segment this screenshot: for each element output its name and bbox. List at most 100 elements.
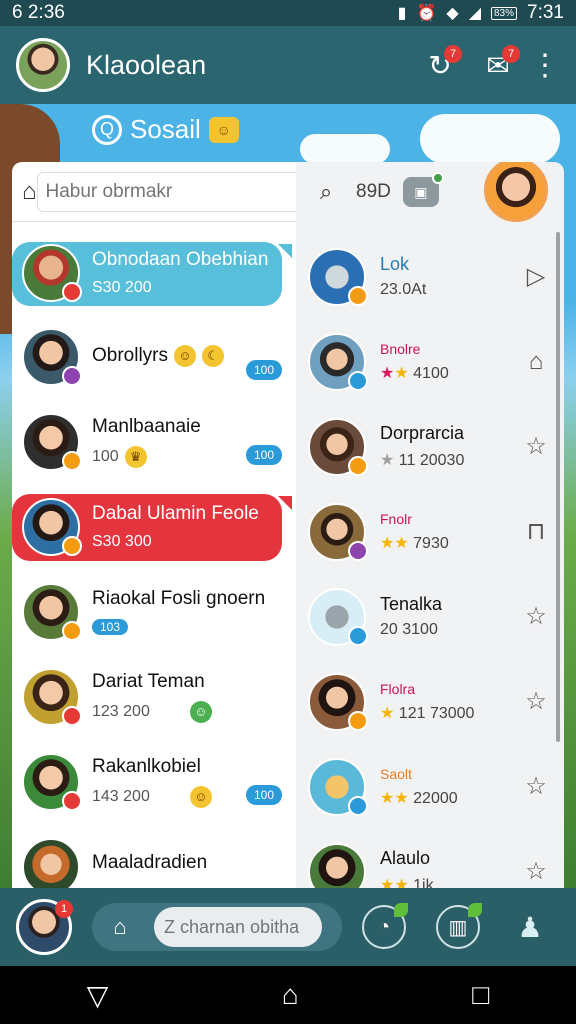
- share-icon[interactable]: ▷: [520, 261, 552, 293]
- stats-icon: ▥: [448, 916, 468, 939]
- compose-input[interactable]: [154, 907, 322, 947]
- contact-meta: ★★ 4100: [380, 364, 449, 382]
- wifi-icon: ◆: [446, 5, 459, 22]
- list-item[interactable]: Dorprarcia ★ 11 20030 ☆: [296, 404, 564, 489]
- home-outline-icon[interactable]: ⌂: [520, 346, 552, 378]
- list-item[interactable]: Saolt ★★ 22000 ☆: [296, 744, 564, 829]
- status-time-right: 7:31: [527, 2, 564, 23]
- avatar: [308, 502, 368, 561]
- moon-emoji-icon: ☾: [202, 345, 225, 368]
- contact-name: Fnolr: [380, 510, 412, 527]
- chat-name: Maaladradien: [92, 851, 208, 873]
- contact-meta: ★★ 1ik: [380, 875, 520, 888]
- contact-meta: ★ 11 20030: [380, 452, 465, 469]
- star-icon: ★: [380, 704, 395, 722]
- contact-name: Tenalka: [380, 594, 443, 614]
- refresh-button[interactable]: ↻ 7: [418, 43, 462, 87]
- list-item[interactable]: Dariat Teman 123 200 ☺: [12, 654, 296, 739]
- avatar: [22, 752, 82, 811]
- profile-avatar[interactable]: [16, 38, 70, 92]
- star-outline-icon[interactable]: ☆: [520, 771, 552, 803]
- list-item[interactable]: Dabal Ulamin Feole S30 300: [12, 484, 296, 569]
- gallery-button[interactable]: ▣: [402, 172, 444, 207]
- list-item[interactable]: Tenalka 20 3100 ☆: [296, 574, 564, 659]
- list-item[interactable]: Bnolre ★★ 4100 ⌂: [296, 319, 564, 404]
- cart-icon[interactable]: ⌂: [102, 912, 138, 942]
- search-icon[interactable]: ⌕: [306, 172, 346, 212]
- list-item[interactable]: Manlbaanaie 100 ♛ 100: [12, 399, 296, 484]
- bag-icon[interactable]: ⊓: [520, 516, 552, 548]
- chat-name: Rakanlkobiel: [92, 755, 201, 777]
- contact-name: Lok: [380, 254, 410, 274]
- home-nav-icon[interactable]: ⌂: [282, 979, 299, 1011]
- avatar: [22, 582, 82, 641]
- app-bar: Klaoolean ↻ 7 ✉ 7 ⋮: [0, 26, 576, 104]
- chat-preview: 103: [92, 618, 286, 636]
- avatar: [308, 417, 368, 476]
- list-item[interactable]: Rakanlkobiel 143 200 ☺ 100: [12, 739, 296, 824]
- unread-badge: 100: [246, 360, 282, 380]
- cloud-decoration: [300, 134, 390, 164]
- list-item[interactable]: Lok 23.0At ▷: [296, 234, 564, 319]
- star-outline-icon[interactable]: ☆: [520, 431, 552, 463]
- contacts-list: Lok 23.0At ▷ Bnolre ★★ 4100 ⌂ Dorprarcia…: [296, 222, 564, 888]
- back-icon[interactable]: ▽: [87, 979, 109, 1012]
- system-navigation: ▽ ⌂ □: [0, 966, 576, 1024]
- contact-meta: ★★ 7930: [380, 534, 449, 552]
- list-item[interactable]: Obnodaan Obebhian S30 200: [12, 232, 296, 314]
- person-icon[interactable]: ♟: [510, 907, 550, 947]
- vibrate-icon: ▮: [397, 5, 407, 22]
- leaf-icon: [468, 903, 482, 917]
- app-title: Klaoolean: [86, 49, 207, 80]
- avatar: [22, 327, 82, 386]
- chat-name: Riaokal Fosli gnoern: [92, 587, 266, 609]
- contact-name: Alaulo: [380, 848, 431, 868]
- chat-name: Manlbaanaie: [92, 415, 201, 437]
- chat-bubble-button[interactable]: ◔: [362, 903, 408, 949]
- list-item[interactable]: Riaokal Fosli gnoern 103: [12, 569, 296, 654]
- chat-search-input[interactable]: [36, 171, 296, 212]
- emoji-icon: ☺: [208, 116, 239, 143]
- star-outline-icon[interactable]: ☆: [520, 601, 552, 633]
- contact-name: Bnolre: [380, 340, 421, 357]
- chat-name: Obnodaan Obebhian: [92, 249, 269, 270]
- list-item[interactable]: Obrollyrs ☺ ☾ 100: [12, 314, 296, 399]
- more-icon[interactable]: ⋮: [530, 48, 560, 83]
- contacts-panel: ⌕ 89D ▣ Lok 23.0At ▷ Bnolre ★★ 4100 ⌂ Do…: [296, 162, 564, 888]
- notification-badge: 7: [444, 45, 462, 63]
- avatar: [22, 244, 82, 302]
- chat-preview: S30 300: [92, 532, 152, 550]
- star-icon: ★★: [380, 877, 409, 888]
- star-outline-icon[interactable]: ☆: [520, 686, 552, 718]
- signal-icon: ◢: [468, 5, 481, 22]
- contact-meta: ★ 121 73000: [380, 704, 475, 722]
- avatar: [22, 837, 80, 888]
- list-item[interactable]: Maaladradien: [12, 824, 296, 888]
- stats-button[interactable]: ▥: [436, 903, 482, 949]
- star-icon: ★★: [380, 534, 409, 552]
- avatar: [308, 247, 368, 306]
- home-icon[interactable]: ⌂: [22, 170, 37, 214]
- list-item[interactable]: Flolra ★ 121 73000 ☆: [296, 659, 564, 744]
- contact-name: Dorprarcia: [380, 423, 465, 443]
- list-item[interactable]: Alaulo ★★ 1ik ☆: [296, 829, 564, 888]
- star-icon: ★★: [380, 789, 409, 807]
- status-icons: ▮ ⏰ ◆ ◢ 83% 7:31: [398, 2, 564, 24]
- star-outline-icon[interactable]: ☆: [520, 856, 552, 888]
- chat-preview: 123 200 ☺: [92, 700, 286, 723]
- social-title: Sosail: [130, 114, 201, 144]
- avatar: [22, 497, 82, 556]
- my-avatar[interactable]: 1: [16, 899, 73, 955]
- chat-list: Obnodaan Obebhian S30 200 Obrollyrs ☺ ☾ 10…: [12, 222, 296, 888]
- recents-icon[interactable]: □: [472, 979, 489, 1011]
- smile-emoji-icon: ☺: [174, 345, 197, 368]
- list-item[interactable]: Fnolr ★★ 7930 ⊓: [296, 489, 564, 574]
- cloud-decoration: [420, 114, 560, 164]
- avatar: [308, 842, 366, 888]
- status-bar: 6 2:36 ▮ ⏰ ◆ ◢ 83% 7:31: [0, 0, 576, 26]
- chat-name: Dabal Ulamin Feole: [92, 502, 259, 524]
- alarm-icon: ⏰: [416, 5, 437, 22]
- chat-panel: ⌂ ☺ Obnodaan Obebhian S30 200 Obrollyrs☺…: [12, 162, 296, 888]
- star-icon: ★: [394, 364, 409, 382]
- messages-button[interactable]: ✉ 7: [476, 43, 520, 87]
